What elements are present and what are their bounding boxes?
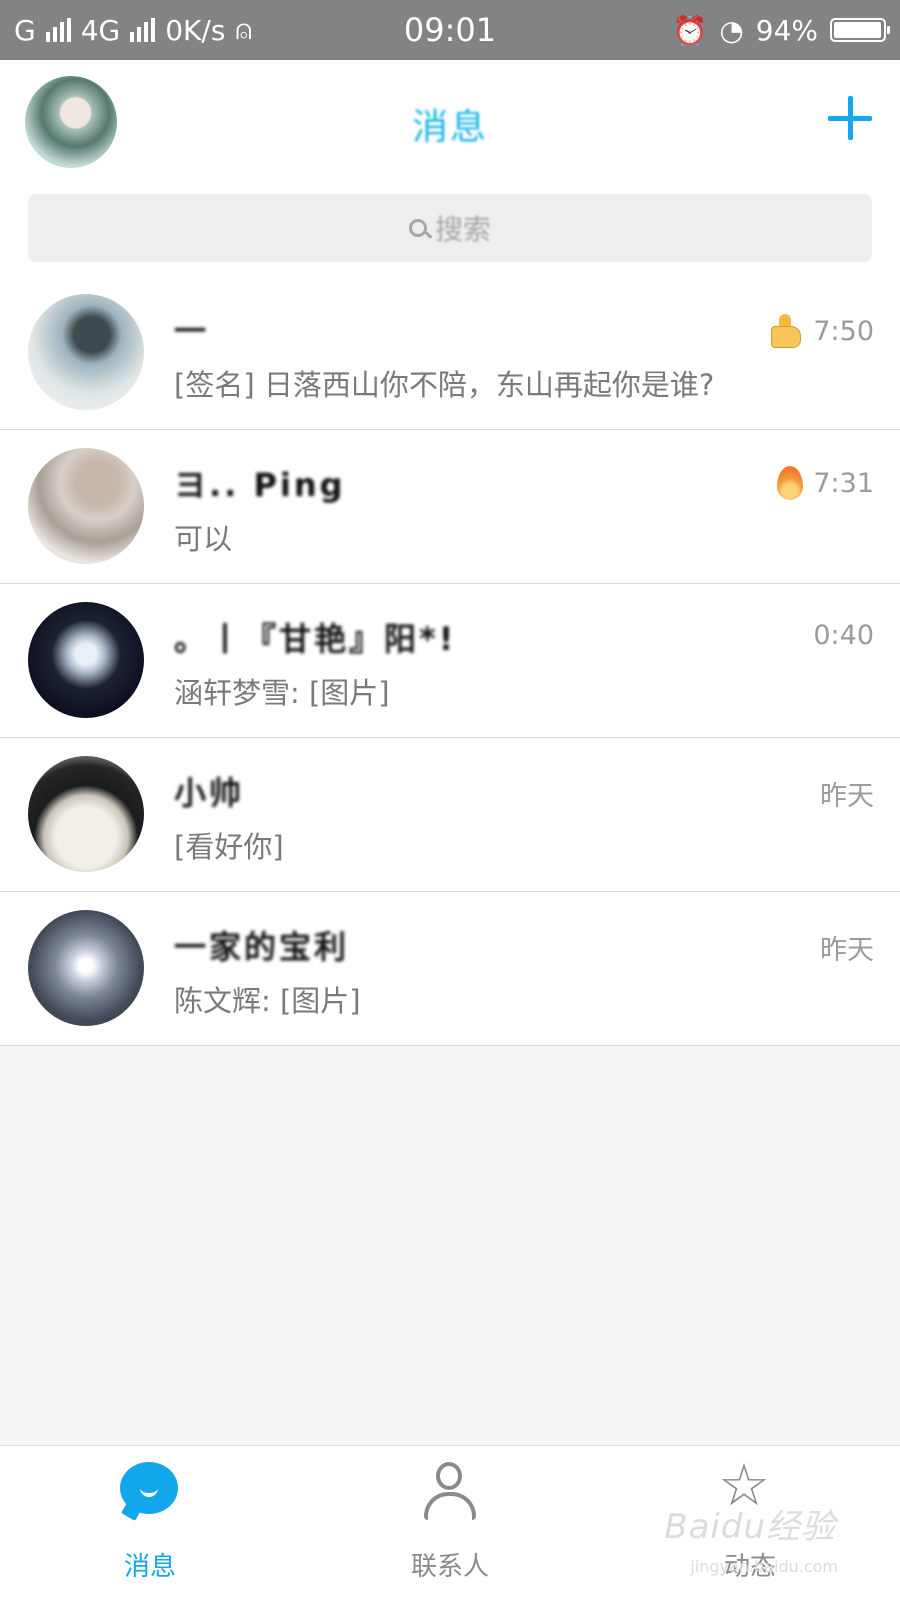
- row-meta: 昨天: [820, 774, 874, 813]
- search-icon: [408, 219, 427, 237]
- row-meta: 昨天: [820, 928, 874, 967]
- row-meta: 7:31: [777, 466, 874, 500]
- search-container: 搜索: [0, 186, 900, 276]
- alarm-icon: ⏰: [672, 13, 708, 47]
- avatar: [28, 448, 144, 564]
- contact-name: 小帅: [174, 774, 245, 812]
- message-preview: 陈文辉: [图片]: [174, 984, 361, 1018]
- avatar: [28, 756, 144, 872]
- wifi-icon: ◔: [719, 13, 744, 47]
- chat-bubble-icon: [120, 1462, 178, 1514]
- conversation-row[interactable]: 一 [签名] 日落西山你不陪，东山再起你是谁? 7:50: [0, 276, 900, 430]
- header: 消息: [0, 60, 900, 186]
- contact-name: 一: [174, 312, 210, 350]
- message-preview: [看好你]: [174, 830, 284, 864]
- message-time: 昨天: [820, 781, 874, 812]
- battery-icon: [830, 18, 890, 42]
- watermark: Baidu经验: [664, 1507, 836, 1547]
- status-right: ⏰ ◔ 94%: [672, 0, 890, 60]
- battery-percent: 94%: [755, 13, 818, 47]
- search-input[interactable]: 搜索: [28, 194, 872, 262]
- avatar: [28, 910, 144, 1026]
- watermark-url: jingyan.baidu.com: [690, 1557, 838, 1576]
- contact-name: ヨ.. Ping: [174, 466, 346, 504]
- avatar: [28, 602, 144, 718]
- search-placeholder: 搜索: [434, 213, 491, 246]
- message-time: 7:50: [813, 315, 874, 347]
- tab-bar: 消息 联系人 ☆ 动态 Baidu经验 jingyan.baidu.com: [0, 1445, 900, 1600]
- conversation-list: 一 [签名] 日落西山你不陪，东山再起你是谁? 7:50 ヨ.. Ping 可以…: [0, 276, 900, 1046]
- row-meta: 7:50: [769, 312, 874, 350]
- tab-label: 消息: [123, 1552, 176, 1582]
- conversation-row[interactable]: 一家的宝利 陈文辉: [图片] 昨天: [0, 892, 900, 1046]
- tab-messages[interactable]: 消息: [50, 1446, 250, 1600]
- conversation-row[interactable]: 。丨『甘艳』阳*! 涵轩梦雪: [图片] 0:40: [0, 584, 900, 738]
- message-preview: [签名] 日落西山你不陪，东山再起你是谁?: [174, 368, 715, 402]
- contact-name: 一家的宝利: [174, 928, 350, 966]
- person-icon: [422, 1462, 478, 1522]
- avatar: [28, 294, 144, 410]
- message-time: 0:40: [813, 620, 874, 651]
- conversation-row[interactable]: ヨ.. Ping 可以 7:31: [0, 430, 900, 584]
- message-time: 7:31: [813, 467, 874, 499]
- message-preview: 可以: [174, 522, 233, 556]
- message-time: 昨天: [820, 935, 874, 966]
- conversation-row[interactable]: 小帅 [看好你] 昨天: [0, 738, 900, 892]
- tab-label: 联系人: [410, 1552, 489, 1582]
- add-button[interactable]: [828, 96, 872, 140]
- row-meta: 0:40: [813, 620, 874, 651]
- page-title: 消息: [411, 107, 488, 148]
- thumbs-up-icon: [769, 312, 803, 350]
- message-preview: 涵轩梦雪: [图片]: [174, 676, 390, 710]
- tab-contacts[interactable]: 联系人: [350, 1446, 550, 1600]
- contact-name: 。丨『甘艳』阳*!: [174, 620, 457, 658]
- flame-icon: [777, 466, 804, 500]
- status-bar: G 4G 0K/s ⍝ 09:01 ⏰ ◔ 94%: [0, 0, 900, 60]
